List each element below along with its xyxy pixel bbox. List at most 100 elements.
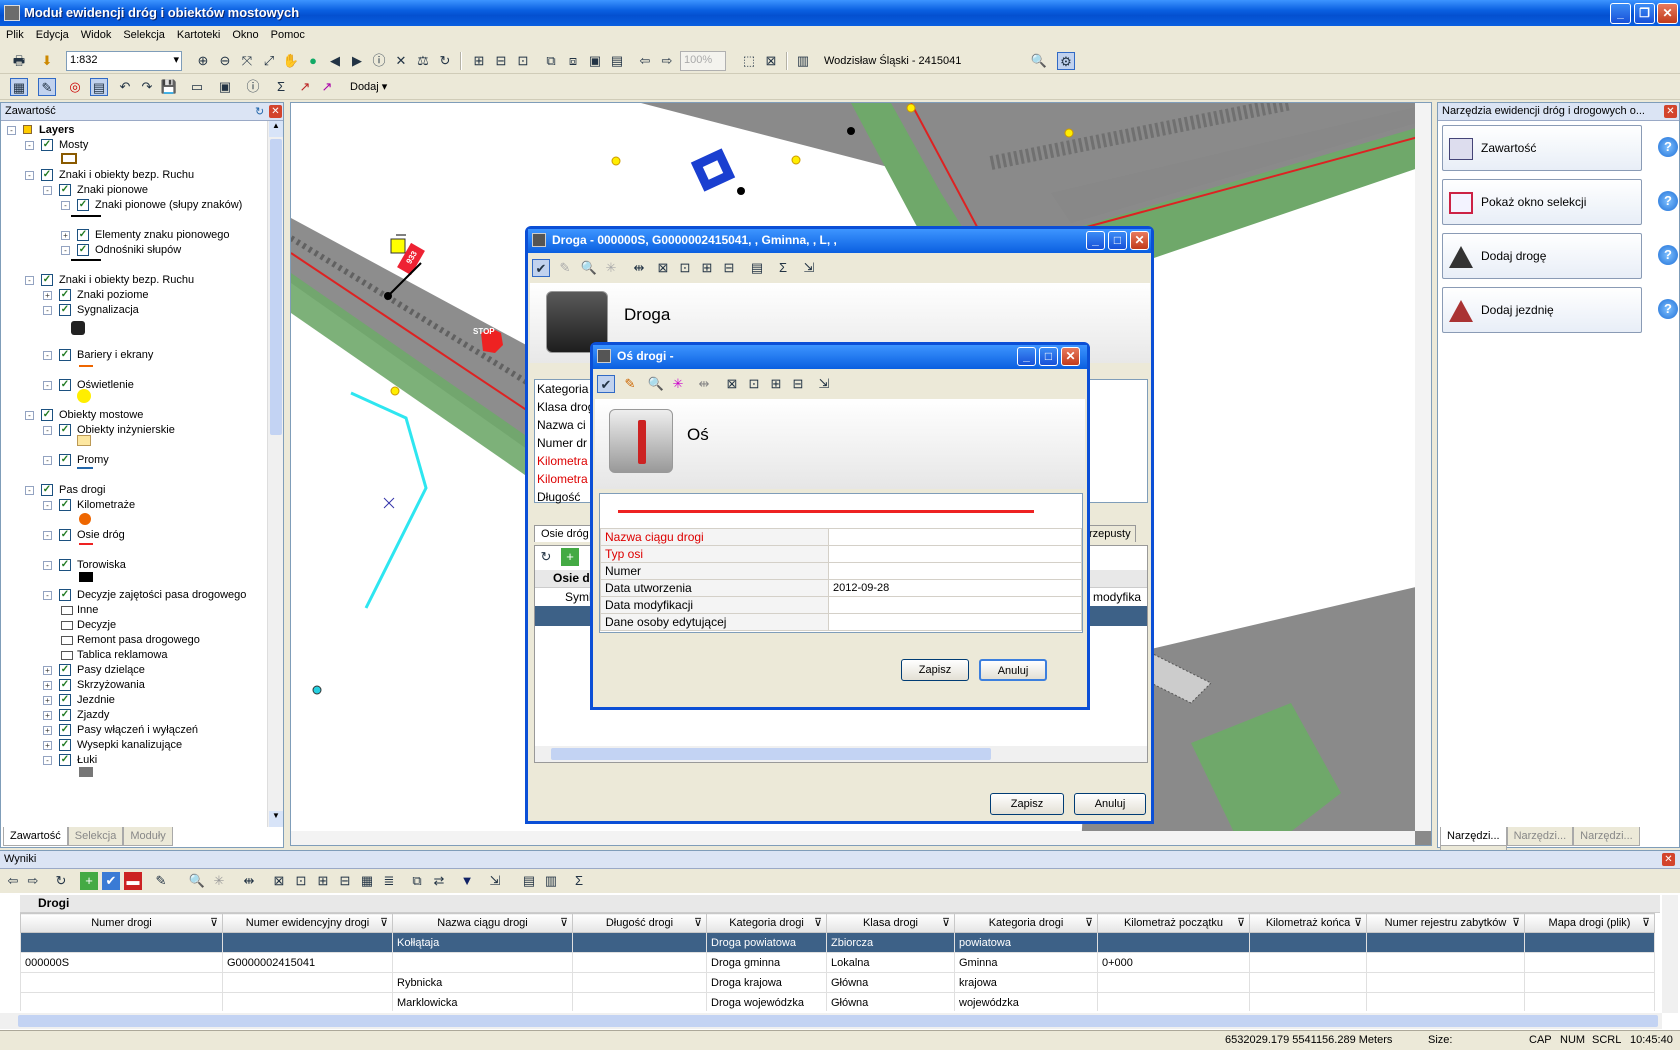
collapse-icon[interactable]: -: [43, 306, 52, 315]
map-vscroll[interactable]: [1415, 103, 1431, 831]
osie-hscroll[interactable]: [535, 746, 1147, 762]
layer-checkbox[interactable]: ✓: [59, 424, 71, 436]
select-icon[interactable]: ⊞: [698, 259, 716, 277]
table-row[interactable]: Kołłątaja Droga powiatowa Zbiorcza powiatow…: [20, 932, 1655, 953]
layer-checkbox[interactable]: ✓: [41, 409, 53, 421]
menu-pomoc[interactable]: Pomoc: [265, 26, 311, 44]
expand-icon[interactable]: +: [61, 231, 70, 240]
filter-icon[interactable]: ▼: [458, 872, 476, 890]
tab-moduly[interactable]: Moduły: [123, 827, 173, 846]
table-row[interactable]: Rybnicka Droga krajowa Główna krajowa: [20, 972, 1655, 993]
scale-select[interactable]: 1:832 ▾: [66, 51, 182, 71]
forward-icon[interactable]: ⇨: [24, 872, 42, 890]
help-icon[interactable]: ?: [1658, 245, 1678, 265]
export-icon[interactable]: ⇲: [800, 259, 818, 277]
maximize-button[interactable]: □: [1108, 231, 1127, 250]
property-value[interactable]: [828, 562, 1082, 580]
flash-icon[interactable]: ✳: [210, 872, 228, 890]
layer-checkbox[interactable]: ✓: [41, 484, 53, 496]
collapse-icon[interactable]: -: [61, 201, 70, 210]
layer-checkbox[interactable]: ✓: [59, 304, 71, 316]
split-icon[interactable]: ⇹: [240, 872, 258, 890]
close-button[interactable]: ✕: [1061, 347, 1080, 366]
column-header[interactable]: Numer drogi ⊽: [20, 913, 223, 933]
close-icon[interactable]: ✕: [1662, 853, 1675, 866]
check-icon[interactable]: ✔: [532, 259, 550, 277]
refresh-icon[interactable]: ↻: [52, 872, 70, 890]
refresh-icon[interactable]: ↻: [537, 548, 555, 566]
layer-checkbox[interactable]: ✓: [59, 589, 71, 601]
select-icon[interactable]: ⊞: [314, 872, 332, 890]
delete-icon[interactable]: ▬: [124, 872, 142, 890]
add-icon[interactable]: +: [561, 548, 579, 566]
export-icon[interactable]: ⇲: [815, 375, 833, 393]
expand-icon[interactable]: +: [43, 291, 52, 300]
results-hscroll[interactable]: [0, 1013, 1662, 1029]
layer-checkbox[interactable]: ✓: [59, 184, 71, 196]
form-icon[interactable]: ▣: [216, 78, 234, 96]
layer-checkbox[interactable]: ✓: [59, 499, 71, 511]
layout-zoom-select[interactable]: 100%: [680, 51, 726, 71]
edit-icon[interactable]: ✎: [621, 375, 639, 393]
minimize-button[interactable]: _: [1017, 347, 1036, 366]
zoom-to-icon[interactable]: ⊠: [654, 259, 672, 277]
save-icon[interactable]: 💾: [160, 78, 178, 96]
property-value[interactable]: [828, 613, 1082, 631]
sum-icon[interactable]: Σ: [774, 259, 792, 277]
split-icon[interactable]: ⇹: [695, 375, 713, 393]
tab-narzedzia-2[interactable]: Narzędzi...: [1506, 827, 1574, 846]
layer-checkbox[interactable]: ✓: [59, 559, 71, 571]
column-header[interactable]: Kilometraż końca ⊽: [1249, 913, 1367, 933]
check-icon[interactable]: ✔: [597, 375, 615, 393]
redo-icon[interactable]: ↷: [138, 78, 156, 96]
filter-icon[interactable]: ⊽: [560, 916, 568, 929]
droga-cancel-button[interactable]: Anuluj: [1074, 793, 1146, 815]
chart-icon[interactable]: ↗: [296, 78, 314, 96]
edit-icon[interactable]: ✎: [38, 78, 56, 96]
collapse-icon[interactable]: -: [61, 246, 70, 255]
split-icon[interactable]: ⇹: [630, 259, 648, 277]
target-icon[interactable]: ◎: [66, 78, 84, 96]
search-icon[interactable]: 🔍: [188, 872, 206, 890]
search-icon[interactable]: 🔍: [1030, 52, 1048, 70]
search-icon[interactable]: 🔍: [647, 375, 665, 393]
map-hscroll[interactable]: [291, 831, 1415, 845]
os-save-button[interactable]: Zapisz: [901, 659, 969, 681]
clear-selection-icon[interactable]: ⊠: [762, 52, 780, 70]
property-value[interactable]: [828, 596, 1082, 614]
add-icon[interactable]: +: [80, 872, 98, 890]
globe-icon[interactable]: ●: [304, 52, 322, 70]
add-dropdown[interactable]: Dodaj ▾: [346, 78, 391, 95]
column-header[interactable]: Kategoria drogi ⊽: [954, 913, 1098, 933]
export-icon[interactable]: ⇲: [486, 872, 504, 890]
relate-icon[interactable]: ⇄: [430, 872, 448, 890]
contents-button[interactable]: Zawartość: [1442, 125, 1642, 171]
pin-icon[interactable]: ↻: [255, 105, 264, 118]
column-header[interactable]: Numer ewidencyjny drogi ⊽: [222, 913, 393, 933]
table-row[interactable]: 000000S G0000002415041 Droga gminna Lokalna…: [20, 952, 1655, 973]
column-header[interactable]: Klasa drogi ⊽: [826, 913, 955, 933]
collapse-icon[interactable]: -: [43, 561, 52, 570]
layer-checkbox[interactable]: ✓: [59, 739, 71, 751]
collapse-icon[interactable]: -: [43, 591, 52, 600]
layout-back-icon[interactable]: ⇦: [636, 52, 654, 70]
report-icon[interactable]: ▤: [520, 872, 538, 890]
collapse-icon[interactable]: -: [7, 126, 16, 135]
layer-checkbox[interactable]: ✓: [59, 349, 71, 361]
zoom-in-icon[interactable]: ⊕: [194, 52, 212, 70]
add-carriageway-button[interactable]: Dodaj jezdnię: [1442, 287, 1642, 333]
zoom-out-icon[interactable]: ⊖: [216, 52, 234, 70]
filter-icon[interactable]: ⊽: [814, 916, 822, 929]
layer-checkbox[interactable]: ✓: [77, 244, 89, 256]
layer-checkbox[interactable]: ✓: [41, 169, 53, 181]
layers-icon[interactable]: ≣: [380, 872, 398, 890]
close-icon[interactable]: ✕: [269, 105, 282, 118]
layer-checkbox[interactable]: ✓: [59, 664, 71, 676]
column-header[interactable]: Mapa drogi (plik) ⊽: [1524, 913, 1655, 933]
window-icon[interactable]: ▭: [188, 78, 206, 96]
sum-icon[interactable]: Σ: [570, 872, 588, 890]
layer-checkbox[interactable]: ✓: [77, 229, 89, 241]
expand-icon[interactable]: +: [43, 741, 52, 750]
expand-icon[interactable]: +: [43, 681, 52, 690]
minimize-button[interactable]: _: [1086, 231, 1105, 250]
